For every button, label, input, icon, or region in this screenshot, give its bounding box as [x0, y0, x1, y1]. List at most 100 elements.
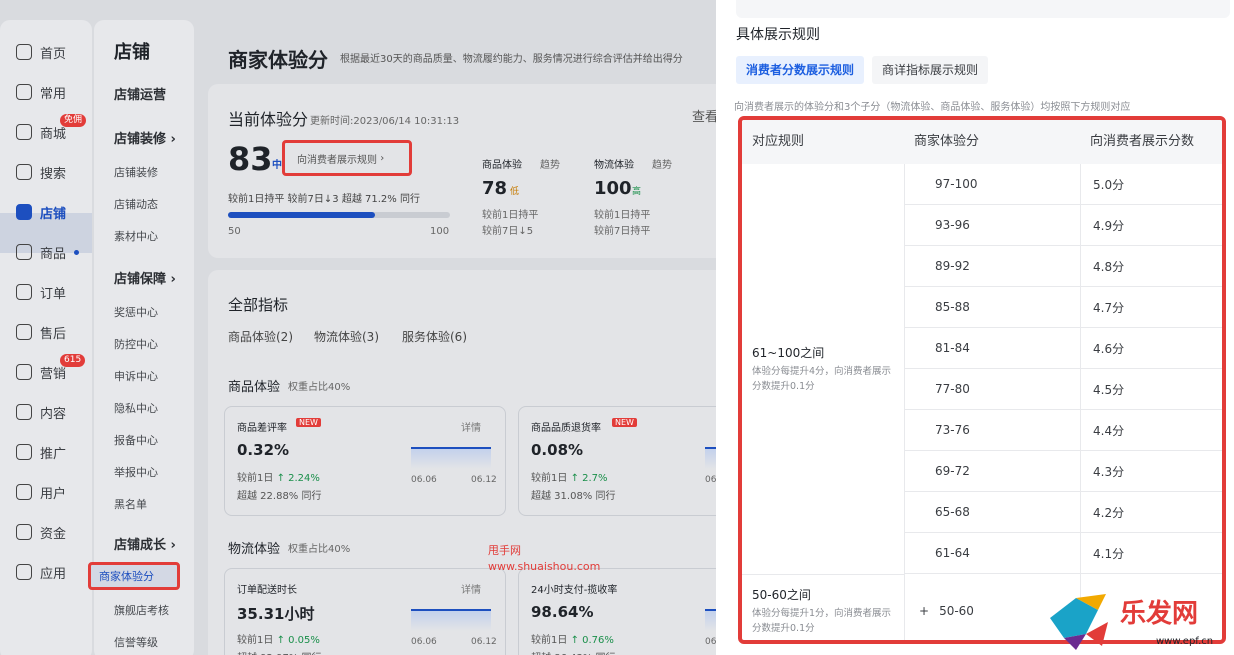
detail-link[interactable]: 详情 — [461, 581, 481, 596]
metric-rank: 超越 86.43% 同行 — [531, 649, 616, 655]
nav-group-guard-label: 店铺保障 — [114, 272, 167, 287]
spark-x-start: 06.0 — [705, 475, 716, 485]
folder-icon — [16, 84, 32, 100]
show-score-cell: 4.5分 — [1080, 369, 1222, 410]
nav-group-deco-label: 店铺装修 — [114, 132, 167, 147]
sub-score-goods[interactable]: 商品体验 趋势 78 低 较前1日持平 较前7日↓5 — [470, 142, 570, 242]
nav-item-0[interactable]: 首页 — [16, 42, 66, 62]
goods-section-title: 商品体验 — [228, 380, 281, 395]
nav-group-guard[interactable]: 店铺保障 › — [114, 268, 176, 287]
nav-item-1[interactable]: 常用 — [16, 82, 66, 102]
header-merchant-score: 商家体验分 — [904, 120, 1080, 164]
current-score-card: 当前体验分 更新时间:2023/06/14 10:31:13 查看 83 中 向… — [208, 84, 716, 258]
app-icon — [16, 564, 32, 580]
show-score-cell: 4.4分 — [1080, 410, 1222, 451]
tab-consumer-score-rule[interactable]: 消费者分数展示规则 — [736, 56, 865, 84]
spark-x-end: 06.12 — [471, 475, 497, 485]
rule-name: 50-60之间 — [752, 588, 811, 602]
tab-detail-indicator-rule[interactable]: 商详指标展示规则 — [872, 56, 989, 84]
nav-item-3[interactable]: 搜索 — [16, 162, 66, 182]
nav-item-10[interactable]: 推广 — [16, 442, 66, 462]
detail-link[interactable]: 详情 — [461, 419, 481, 434]
nav-item-label: 应用 — [40, 566, 67, 582]
nav-item-label: 订单 — [40, 286, 67, 302]
chevron-down-icon: › — [170, 538, 176, 553]
nav-item-6[interactable]: 订单 — [16, 282, 66, 302]
nav-item-guard-6[interactable]: 黑名单 — [114, 496, 147, 512]
metric-card[interactable]: 商品差评率 NEW 详情 0.32% 较前1日 ↑ 2.24% 超越 22.88% 同行 0… — [224, 406, 506, 516]
chevron-right-icon: › — [380, 152, 385, 164]
sub-score-compare-1: 较前1日持平 — [482, 210, 539, 221]
metric-rank: 超越 31.08% 同行 — [531, 491, 616, 502]
chevron-down-icon: › — [170, 272, 176, 287]
tab-service[interactable]: 服务体验(6) — [402, 328, 467, 345]
sub-score-trend[interactable]: 趋势 — [540, 156, 560, 171]
nav-group-grow[interactable]: 店铺成长 › — [114, 534, 176, 553]
scale-min: 50 — [228, 226, 241, 237]
spark-x-start: 06.0 — [705, 637, 716, 647]
shop-icon — [16, 124, 32, 140]
nav-badge: 615 — [60, 354, 86, 367]
order-icon — [16, 284, 32, 300]
nav-item-5[interactable]: 商品 — [16, 242, 80, 262]
sub-score-value: 100 — [594, 178, 632, 199]
logo-url: www.epf.cn — [1156, 636, 1213, 647]
nav-item-12[interactable]: 资金 — [16, 522, 66, 542]
nav-item-deco-0[interactable]: 店铺装修 — [114, 164, 158, 180]
nav-item-4[interactable]: 店铺 — [16, 202, 66, 222]
nav-item-11[interactable]: 用户 — [16, 482, 66, 502]
nav-group-deco[interactable]: 店铺装修 › — [114, 128, 176, 147]
nav-item-merchant-score[interactable]: 商家体验分 — [88, 562, 180, 590]
expand-icon[interactable]: + — [919, 604, 929, 618]
sub-score-trend[interactable]: 趋势 — [652, 156, 672, 171]
nav-group-ops[interactable]: 店铺运营 — [114, 84, 166, 103]
show-score-cell: 4.1分 — [1080, 533, 1222, 574]
range-cell: 69-72 — [904, 451, 1080, 492]
current-score-label: 当前体验分 — [228, 110, 309, 129]
nav-item-9[interactable]: 内容 — [16, 402, 66, 422]
chevron-down-icon: › — [170, 132, 176, 147]
metric-value: 35.31小时 — [237, 605, 315, 623]
nav-item-guard-2[interactable]: 申诉中心 — [114, 368, 158, 384]
logistics-section-weight: 权重占比40% — [288, 544, 351, 555]
nav-item-grow-0[interactable]: 旗舰店考核 — [114, 602, 169, 618]
sub-score-tag: 高 — [632, 187, 642, 197]
metric-card[interactable]: 24小时支付-揽收率 98.64% 较前1日 ↑ 0.76% 超越 86.43% 同行… — [518, 568, 716, 655]
nav-item-2[interactable]: 商城 — [16, 122, 66, 142]
nav-item-13[interactable]: 应用 — [16, 562, 66, 582]
metric-card[interactable]: 订单配送时长 详情 35.31小时较前1日 ↑ 0.05% 超越 92.97% 同行 0… — [224, 568, 506, 655]
nav-item-grow-1[interactable]: 信誉等级 — [114, 634, 158, 650]
range-cell: 97-100 — [904, 164, 1080, 205]
nav-item-deco-1[interactable]: 店铺动态 — [114, 196, 158, 212]
sub-score-tag: 低 — [510, 187, 520, 197]
nav-item-8[interactable]: 营销 — [16, 362, 66, 382]
metric-card[interactable]: 商品品质退货率 NEW 0.08% 较前1日 ↑ 2.7% 超越 31.08% 同行 06… — [518, 406, 716, 516]
nav-item-guard-4[interactable]: 报备中心 — [114, 432, 158, 448]
show-score-cell: 4.8分 — [1080, 246, 1222, 287]
nav-item-guard-5[interactable]: 举报中心 — [114, 464, 158, 480]
tab-goods[interactable]: 商品体验(2) — [228, 328, 293, 345]
nav-item-guard-0[interactable]: 奖惩中心 — [114, 304, 158, 320]
metric-name: 商品品质退货率 — [531, 423, 601, 434]
watermark-url: www.shuaishou.com — [488, 560, 601, 573]
nav-item-7[interactable]: 售后 — [16, 322, 66, 342]
notify-dot — [74, 249, 80, 255]
nav-badge: 免佣 — [60, 114, 87, 127]
consumer-rule-link[interactable]: 向消费者展示规则 › — [282, 140, 412, 176]
sub-score-value: 78 — [482, 178, 508, 199]
new-badge: NEW — [612, 418, 637, 427]
view-link[interactable]: 查看 — [692, 106, 716, 125]
metric-compare: 较前1日 — [531, 473, 568, 484]
sub-score-logistics[interactable]: 物流体验 趋势 100 高 较前1日持平 较前7日持平 — [582, 142, 682, 242]
metric-sparkline — [411, 447, 491, 469]
update-time: 更新时间:2023/06/14 10:31:13 — [310, 116, 460, 127]
nav-item-deco-2[interactable]: 素材中心 — [114, 228, 158, 244]
nav-item-label: 资金 — [40, 526, 67, 542]
consumer-rule-link-label: 向消费者展示规则 — [297, 154, 377, 166]
rule-name: 61~100之间 — [752, 346, 825, 360]
metric-value: 0.32% — [237, 441, 290, 459]
nav-item-guard-1[interactable]: 防控中心 — [114, 336, 158, 352]
nav-item-guard-3[interactable]: 隐私中心 — [114, 400, 158, 416]
tab-logistics[interactable]: 物流体验(3) — [314, 328, 379, 345]
new-badge: NEW — [296, 418, 321, 427]
